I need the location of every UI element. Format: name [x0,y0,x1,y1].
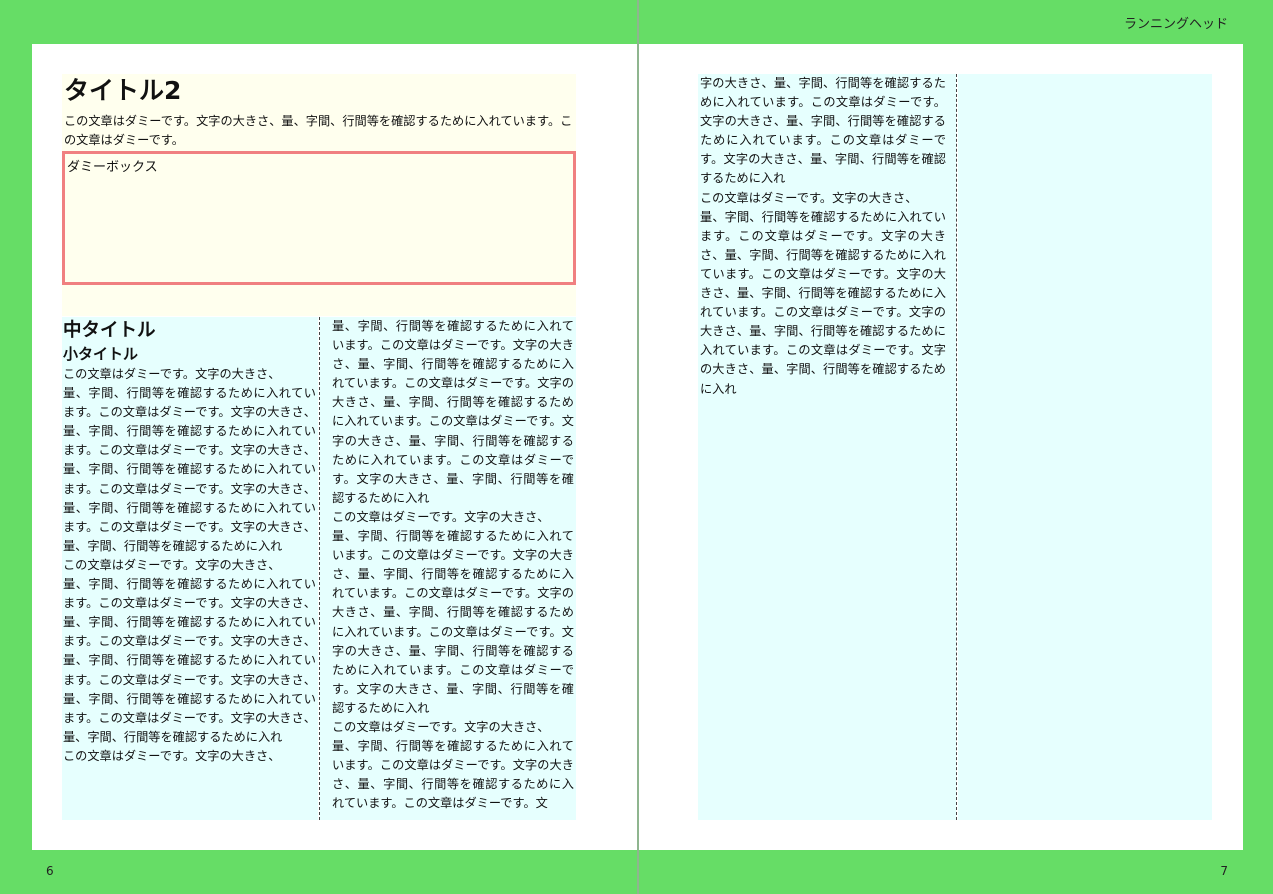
mid-title: 中タイトル [63,320,156,341]
dummy-box-label: ダミーボックス [67,160,158,175]
intro-text: この文章はダミーです。文字の大きさ、量、字間、行間等を確認するために入れています… [64,114,573,147]
right-column-2 [958,74,1212,820]
body-text-left-col-2: 量、字間、行間等を確認するために入れています。この文章はダミーです。文字の大きさ… [332,319,574,811]
left-column-1: 中タイトル 小タイトル この文章はダミーです。文字の大きさ、 量、字間、行間等を… [62,317,318,820]
running-head: ランニングヘッド [1123,17,1228,32]
dummy-box: ダミーボックス [62,151,576,285]
left-column-2: 量、字間、行間等を確認するために入れています。この文章はダミーです。文字の大きさ… [320,317,576,820]
column-separator-right [956,74,957,820]
body-text-right-col-1: 字の大きさ、量、字間、行間等を確認するために入れています。この文章はダミーです。… [700,76,946,396]
right-column-1: 字の大きさ、量、字間、行間等を確認するために入れています。この文章はダミーです。… [698,74,956,820]
small-title: 小タイトル [63,345,139,363]
body-text-left-col-1: この文章はダミーです。文字の大きさ、 量、字間、行間等を確認するために入れていま… [63,367,316,763]
title-section: タイトル2 この文章はダミーです。文字の大きさ、量、字間、行間等を確認するために… [62,74,576,316]
page-number-left: 6 [46,864,54,878]
page-number-right: 7 [1220,864,1228,878]
page-title: タイトル2 [64,76,182,105]
